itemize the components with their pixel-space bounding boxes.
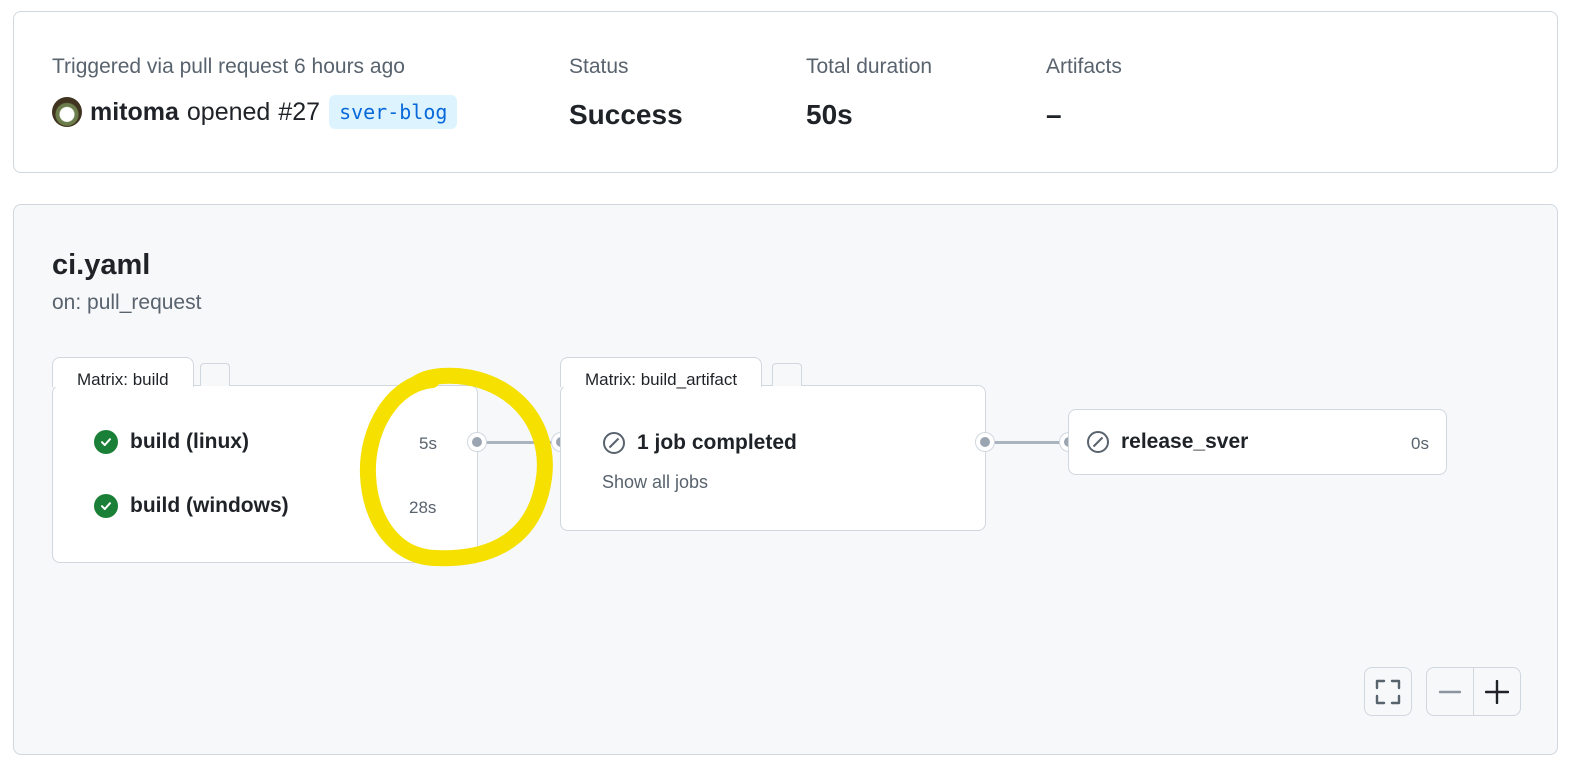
zoom-out-button[interactable] [1426,667,1474,716]
duration-value: 50s [806,99,853,130]
check-circle-icon [94,494,118,518]
zoom-in-button[interactable] [1473,667,1521,716]
workflow-graph: ci.yaml on: pull_request Matrix: build b… [13,204,1558,755]
connector-dot [468,433,486,451]
artifacts-value: – [1046,99,1062,130]
duration-label: Total duration [806,55,933,78]
artifacts-label: Artifacts [1046,55,1122,78]
job-name: release_sver [1121,430,1249,453]
run-summary: Triggered via pull request 6 hours ago m… [13,11,1558,173]
trigger-label: Triggered via pull request 6 hours ago [52,55,405,78]
status-column: Status Success [569,54,683,132]
artifact-jobs-summary: 1 job completed [602,431,797,455]
job-build-windows[interactable]: build (windows) [94,494,289,518]
skipped-icon [1087,431,1109,453]
trigger-details: mitoma opened #27 sver-blog [52,94,458,130]
job-name: build (windows) [130,494,289,517]
matrix-artifact-box: 1 job completed Show all jobs [560,385,986,531]
pr-link[interactable]: #27 [278,98,320,127]
duration-column: Total duration 50s [806,54,932,132]
workflow-trigger: on: pull_request [52,291,202,314]
job-name: build (linux) [130,430,249,453]
matrix-artifact-tab: Matrix: build_artifact [560,357,763,389]
matrix-artifact-tab-stack [772,363,802,386]
workflow-file-title[interactable]: ci.yaml [52,249,150,282]
zoom-out-icon [1439,690,1461,693]
job-duration: 28s [409,498,437,517]
fullscreen-icon [1375,679,1401,704]
actor-link[interactable]: mitoma [90,98,179,127]
matrix-build-box: build (linux) 5s build (windows) 28s [52,385,478,563]
connector-dot [976,433,994,451]
show-all-jobs-link[interactable]: Show all jobs [602,472,708,493]
job-duration: 0s [1411,434,1429,453]
zoom-in-icon [1485,679,1509,704]
fullscreen-button[interactable] [1364,667,1412,716]
trigger-column: Triggered via pull request 6 hours ago m… [52,54,458,130]
matrix-build-tab: Matrix: build [52,357,194,389]
job-duration: 5s [419,434,437,453]
artifact-summary-text: 1 job completed [637,431,797,454]
check-circle-icon [94,430,118,454]
branch-label[interactable]: sver-blog [329,95,458,129]
trigger-action: opened [186,97,271,126]
status-label: Status [569,55,629,78]
matrix-build-tab-stack [200,363,230,386]
avatar[interactable] [52,97,82,127]
job-build-linux[interactable]: build (linux) [94,430,249,454]
skipped-icon [603,432,625,454]
status-value: Success [569,99,683,130]
job-release-sver[interactable]: release_sver 0s [1068,409,1447,475]
artifacts-column: Artifacts – [1046,54,1122,132]
release-job-row: release_sver [1086,430,1248,454]
